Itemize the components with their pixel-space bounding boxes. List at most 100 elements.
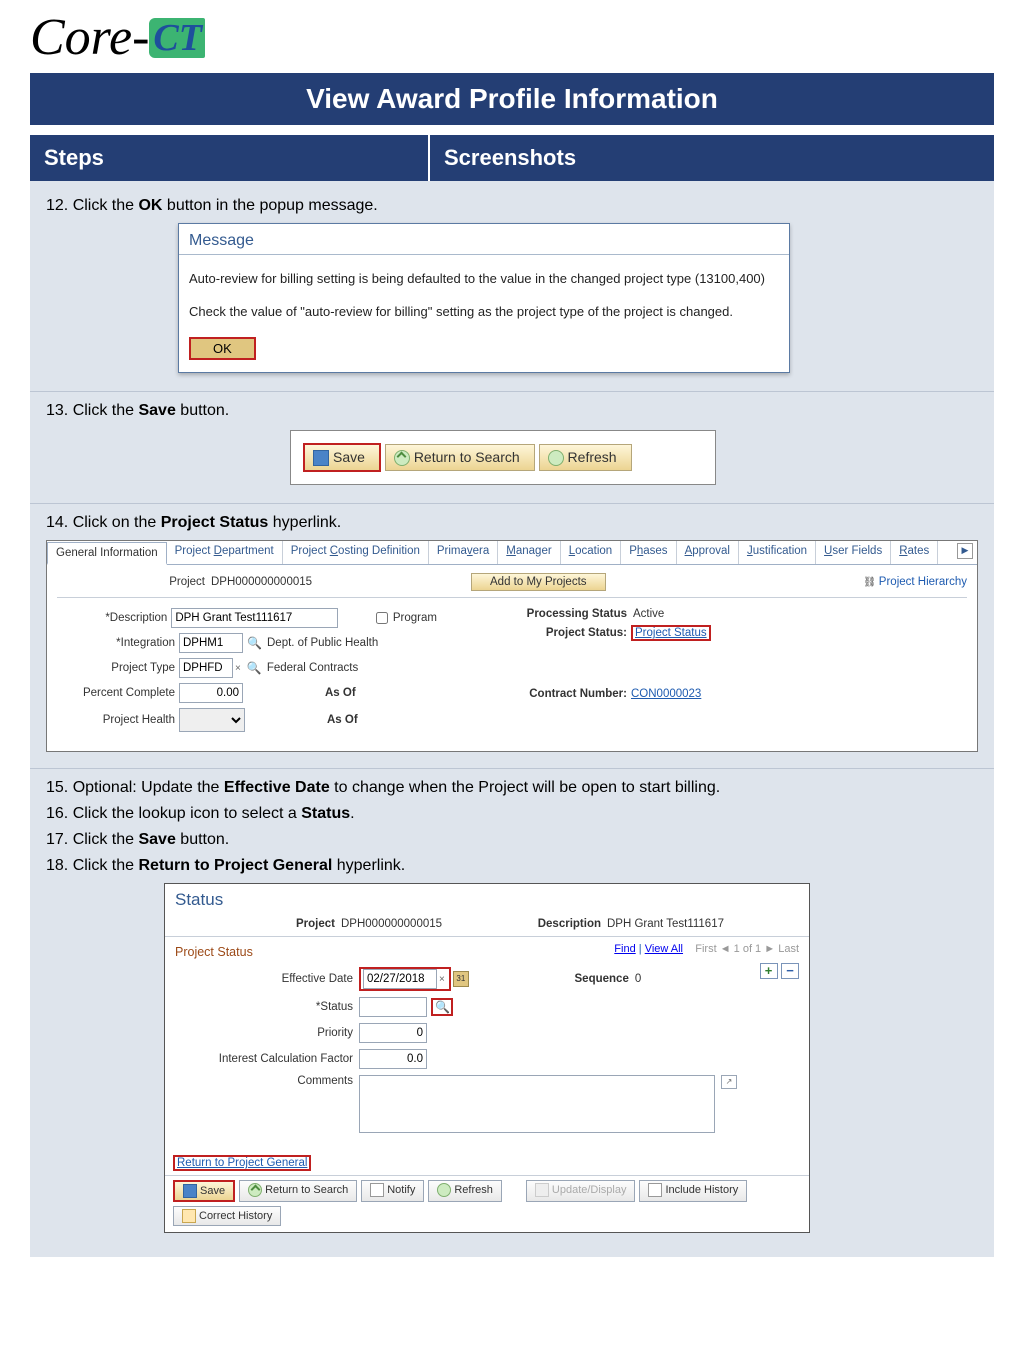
tabs: General Information Project Department P… (47, 541, 977, 565)
asof-1: As Of (325, 687, 356, 699)
sp-pager: Find | View All First ◄ 1 of 1 ► Last (614, 943, 799, 955)
pager-next-icon: ► (764, 943, 778, 955)
sp-project-value: DPH000000000015 (341, 918, 521, 930)
step13-prefix: 13. Click the (46, 402, 138, 419)
priority-input[interactable] (359, 1023, 427, 1043)
status-panel: Status Project DPH000000000015 Descripti… (164, 883, 810, 1233)
viewall-link[interactable]: View All (645, 943, 683, 955)
status-title: Status (165, 884, 809, 912)
footer-refresh-button[interactable]: Refresh (428, 1180, 502, 1202)
logo-ct: CT (149, 18, 205, 61)
tab-general-information[interactable]: General Information (47, 542, 167, 565)
clear-icon[interactable]: × (235, 663, 241, 674)
integration-label: *Integration (57, 637, 179, 649)
header-screenshots: Screenshots (430, 135, 994, 181)
logo-core: Core- (30, 9, 149, 66)
project-value: DPH000000000015 (205, 576, 471, 588)
status-lookup-icon[interactable]: 🔍 (431, 998, 453, 1016)
project-health-label: Project Health (57, 714, 179, 726)
project-type-lookup-icon[interactable]: 🔍 (247, 661, 261, 675)
page-title: View Award Profile Information (30, 73, 994, 125)
find-link[interactable]: Find (614, 943, 635, 955)
step14-bold: Project Status (161, 514, 269, 531)
pager-first: First (695, 943, 716, 955)
footer-return-button[interactable]: Return to Search (239, 1180, 357, 1202)
project-hierarchy-link[interactable]: ⛓ Project Hierarchy (863, 576, 967, 588)
tab-project-costing-definition[interactable]: Project Costing Definition (283, 541, 429, 564)
tabs-scroll-right-icon[interactable]: ▶ (957, 543, 973, 559)
status-field-label: *Status (175, 1001, 359, 1013)
program-label: Program (393, 612, 437, 624)
step12-suffix: button in the popup message. (162, 197, 377, 214)
effective-date-label: Effective Date (175, 973, 359, 985)
percent-complete-input[interactable] (179, 683, 243, 703)
step-13: 13. Click the Save button. Save Return t… (30, 391, 994, 497)
header-steps: Steps (30, 135, 430, 181)
priority-label: Priority (175, 1027, 359, 1039)
return-icon (248, 1183, 262, 1197)
calendar-icon[interactable]: 31 (453, 971, 469, 987)
comments-label: Comments (175, 1075, 359, 1087)
tab-justification[interactable]: Justification (739, 541, 816, 564)
description-input[interactable] (171, 608, 338, 628)
refresh-button[interactable]: Refresh (539, 444, 632, 471)
contract-number-link[interactable]: CON0000023 (631, 688, 701, 700)
status-input[interactable] (359, 997, 427, 1017)
eff-clear-icon[interactable]: × (439, 974, 445, 985)
footer-correct-history-button[interactable]: Correct History (173, 1206, 281, 1226)
tab-phases[interactable]: Phases (621, 541, 676, 564)
integration-text: Dept. of Public Health (267, 637, 378, 649)
pager-last: Last (778, 943, 799, 955)
return-to-project-general-link[interactable]: Return to Project General (177, 1157, 307, 1169)
sp-section: Project Status (175, 945, 253, 959)
tab-approval[interactable]: Approval (677, 541, 739, 564)
pager-prev-icon: ◄ (720, 943, 734, 955)
return-icon (394, 450, 410, 466)
sequence-label: Sequence (559, 973, 635, 985)
tab-primavera[interactable]: Primavera (429, 541, 498, 564)
history-icon (648, 1183, 662, 1197)
project-health-select[interactable] (179, 708, 245, 732)
step12-bold: OK (138, 197, 162, 214)
percent-complete-label: Percent Complete (57, 687, 179, 699)
popup-title: Message (179, 224, 789, 255)
comments-textarea[interactable] (359, 1075, 715, 1133)
refresh-icon (548, 450, 564, 466)
logo: Core-CT (0, 0, 1024, 67)
step13-suffix: button. (176, 402, 229, 419)
refresh-icon (437, 1183, 451, 1197)
footer-save-button[interactable]: Save (173, 1180, 235, 1202)
footer-include-history-button[interactable]: Include History (639, 1180, 747, 1202)
tab-location[interactable]: Location (561, 541, 622, 564)
integration-lookup-icon[interactable]: 🔍 (247, 636, 261, 650)
save-icon (183, 1184, 197, 1198)
processing-status-label: Processing Status (497, 608, 631, 620)
sp-desc-value: DPH Grant Test111617 (607, 918, 724, 930)
icf-input[interactable] (359, 1049, 427, 1069)
save-toolbar: Save Return to Search Refresh (290, 430, 716, 485)
program-checkbox[interactable] (376, 612, 388, 624)
step-14: 14. Click on the Project Status hyperlin… (30, 503, 994, 762)
tab-user-fields[interactable]: User Fields (816, 541, 891, 564)
notify-icon (370, 1183, 384, 1197)
comments-popout-icon[interactable]: ↗ (721, 1075, 737, 1089)
step13-bold: Save (138, 402, 175, 419)
update-icon (535, 1183, 549, 1197)
ok-button[interactable]: OK (189, 337, 256, 360)
project-status-label: Project Status: (497, 627, 631, 639)
tab-rates[interactable]: Rates (891, 541, 938, 564)
integration-input[interactable] (179, 633, 243, 653)
column-headers: Steps Screenshots (30, 135, 994, 181)
tab-manager[interactable]: Manager (498, 541, 560, 564)
project-status-link[interactable]: Project Status (635, 627, 707, 639)
return-to-search-button[interactable]: Return to Search (385, 444, 535, 471)
project-type-input[interactable] (179, 658, 233, 678)
add-to-my-projects-button[interactable]: Add to My Projects (471, 573, 606, 591)
tab-project-department[interactable]: Project Department (167, 541, 283, 564)
save-button[interactable]: Save (303, 443, 381, 472)
sequence-value: 0 (635, 973, 641, 985)
effective-date-input[interactable] (363, 969, 437, 989)
footer-notify-button[interactable]: Notify (361, 1180, 424, 1202)
step14-prefix: 14. Click on the (46, 514, 161, 531)
popup-line1: Auto-review for billing setting is being… (189, 271, 779, 286)
